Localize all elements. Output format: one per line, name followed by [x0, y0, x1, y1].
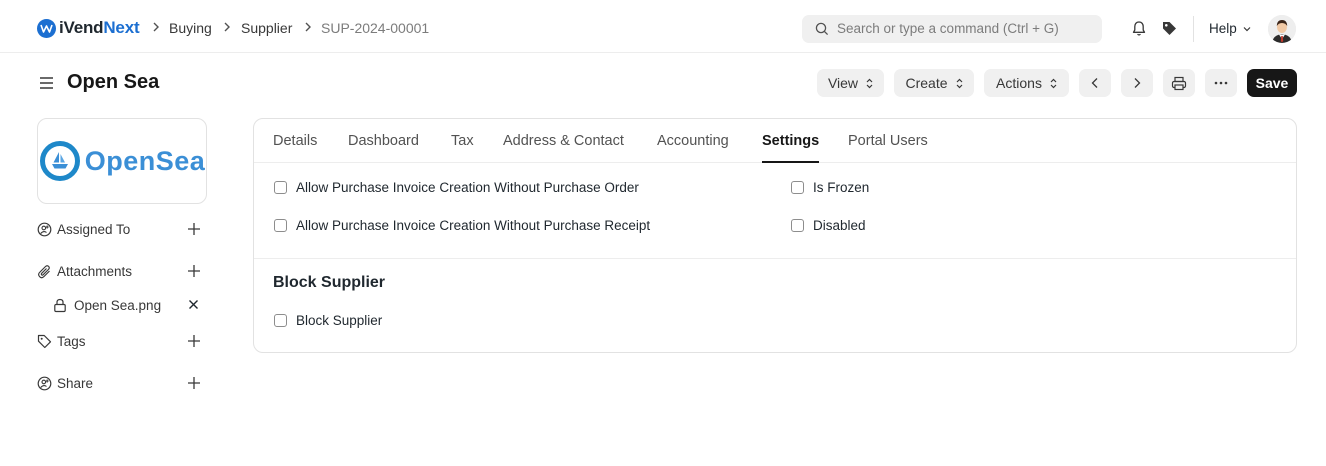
block-supplier-checkbox[interactable]: [274, 314, 287, 327]
allow-pi-without-po-checkbox[interactable]: [274, 181, 287, 194]
is-frozen-label: Is Frozen: [813, 180, 870, 195]
share-user-icon: [37, 376, 52, 391]
ship-logo-icon: [39, 141, 80, 181]
search-icon: [815, 22, 829, 36]
add-tag-icon[interactable]: [187, 334, 201, 348]
tab-details[interactable]: Details: [273, 133, 317, 149]
attachments-label: Attachments: [57, 263, 133, 279]
is-frozen-field[interactable]: Is Frozen: [791, 180, 869, 195]
chevron-left-icon: [1091, 78, 1098, 88]
create-button-label: Create: [905, 75, 948, 91]
block-supplier-label: Block Supplier: [296, 313, 383, 328]
form-card: Details Dashboard Tax Address & Contact …: [253, 118, 1297, 353]
tab-portal-users[interactable]: Portal Users: [848, 133, 928, 149]
sidebar-toggle-icon[interactable]: [39, 76, 54, 90]
is-frozen-checkbox[interactable]: [791, 181, 804, 194]
attachment-file-name[interactable]: Open Sea.png: [74, 298, 161, 313]
logo-wordmark: OpenSea: [84, 145, 206, 176]
notification-bell-icon[interactable]: [1131, 20, 1147, 37]
disabled-checkbox[interactable]: [791, 219, 804, 232]
attachments-section[interactable]: Attachments: [37, 261, 203, 281]
brand[interactable]: iVendNext: [37, 18, 140, 38]
help-dropdown[interactable]: Help: [1209, 21, 1252, 36]
chevron-right-icon: [305, 22, 311, 32]
printer-icon: [1171, 76, 1187, 90]
help-label: Help: [1209, 21, 1237, 36]
tab-address-contact[interactable]: Address & Contact: [503, 133, 624, 149]
add-attachment-icon[interactable]: [187, 264, 201, 278]
page-title: Open Sea: [67, 71, 160, 93]
actions-button[interactable]: Actions: [984, 69, 1069, 97]
allow-pi-without-po-label: Allow Purchase Invoice Creation Without …: [296, 180, 639, 195]
next-record-button[interactable]: [1121, 69, 1153, 97]
navbar-divider: [1193, 16, 1194, 42]
tag-outline-icon: [37, 334, 52, 349]
form-tabs: Details Dashboard Tax Address & Contact …: [254, 119, 1296, 163]
tab-accounting[interactable]: Accounting: [657, 133, 729, 149]
more-options-button[interactable]: [1205, 69, 1237, 97]
disabled-field[interactable]: Disabled: [791, 218, 866, 233]
assign-user-icon: [37, 222, 52, 237]
select-arrows-icon: [866, 78, 873, 88]
search-input[interactable]: Search or type a command (Ctrl + G): [802, 15, 1102, 43]
allow-pi-without-pr-checkbox[interactable]: [274, 219, 287, 232]
breadcrumb-record[interactable]: SUP-2024-00001: [321, 20, 429, 36]
save-button[interactable]: Save: [1247, 69, 1297, 97]
block-supplier-field[interactable]: Block Supplier: [274, 313, 382, 328]
chevron-right-icon: [224, 22, 230, 32]
breadcrumb-supplier[interactable]: Supplier: [241, 20, 292, 36]
create-button[interactable]: Create: [894, 69, 974, 97]
view-button-label: View: [827, 75, 859, 91]
print-button[interactable]: [1163, 69, 1195, 97]
disabled-label: Disabled: [813, 218, 866, 233]
user-avatar-image: [1268, 15, 1296, 43]
tab-settings[interactable]: Settings: [762, 133, 819, 149]
supplier-image[interactable]: OpenSea: [37, 118, 207, 204]
chevron-right-icon: [1134, 78, 1141, 88]
section-divider: [254, 258, 1296, 259]
allow-pi-without-po-field[interactable]: Allow Purchase Invoice Creation Without …: [274, 180, 639, 195]
tab-tax[interactable]: Tax: [451, 133, 474, 149]
tags-section[interactable]: Tags: [37, 331, 203, 351]
navbar: iVendNext Buying Supplier SUP-2024-00001…: [0, 0, 1326, 53]
attachment-item[interactable]: Open Sea.png: [53, 295, 203, 315]
actions-button-label: Actions: [996, 75, 1042, 91]
paperclip-icon: [37, 264, 52, 279]
lock-icon: [54, 298, 66, 312]
chevron-right-icon: [153, 22, 159, 32]
brand-logo-icon: [37, 18, 56, 38]
allow-pi-without-pr-field[interactable]: Allow Purchase Invoice Creation Without …: [274, 218, 650, 233]
add-assignee-icon[interactable]: [187, 222, 201, 236]
search-placeholder: Search or type a command (Ctrl + G): [837, 21, 1059, 36]
previous-record-button[interactable]: [1079, 69, 1111, 97]
brand-name: iVendNext: [59, 18, 140, 37]
assigned-to-section[interactable]: Assigned To: [37, 219, 203, 239]
opensea-logo: OpenSea: [39, 140, 206, 182]
user-avatar[interactable]: [1268, 15, 1296, 43]
share-label: Share: [57, 375, 94, 391]
ellipsis-icon: [1214, 81, 1228, 85]
tab-dashboard[interactable]: Dashboard: [348, 133, 419, 149]
allow-pi-without-pr-label: Allow Purchase Invoice Creation Without …: [296, 218, 651, 233]
active-tab-indicator: [762, 161, 819, 163]
tag-icon[interactable]: [1161, 20, 1178, 37]
remove-attachment-icon[interactable]: [188, 299, 199, 310]
select-arrows-icon: [1050, 78, 1057, 88]
block-supplier-section-title: Block Supplier: [273, 274, 386, 291]
share-section[interactable]: Share: [37, 373, 203, 393]
view-button[interactable]: View: [817, 69, 884, 97]
breadcrumb-buying[interactable]: Buying: [169, 20, 212, 36]
select-arrows-icon: [956, 78, 962, 88]
assigned-to-label: Assigned To: [57, 221, 131, 237]
add-share-icon[interactable]: [187, 376, 201, 390]
tags-label: Tags: [57, 333, 86, 349]
chevron-down-icon: [1243, 26, 1251, 31]
